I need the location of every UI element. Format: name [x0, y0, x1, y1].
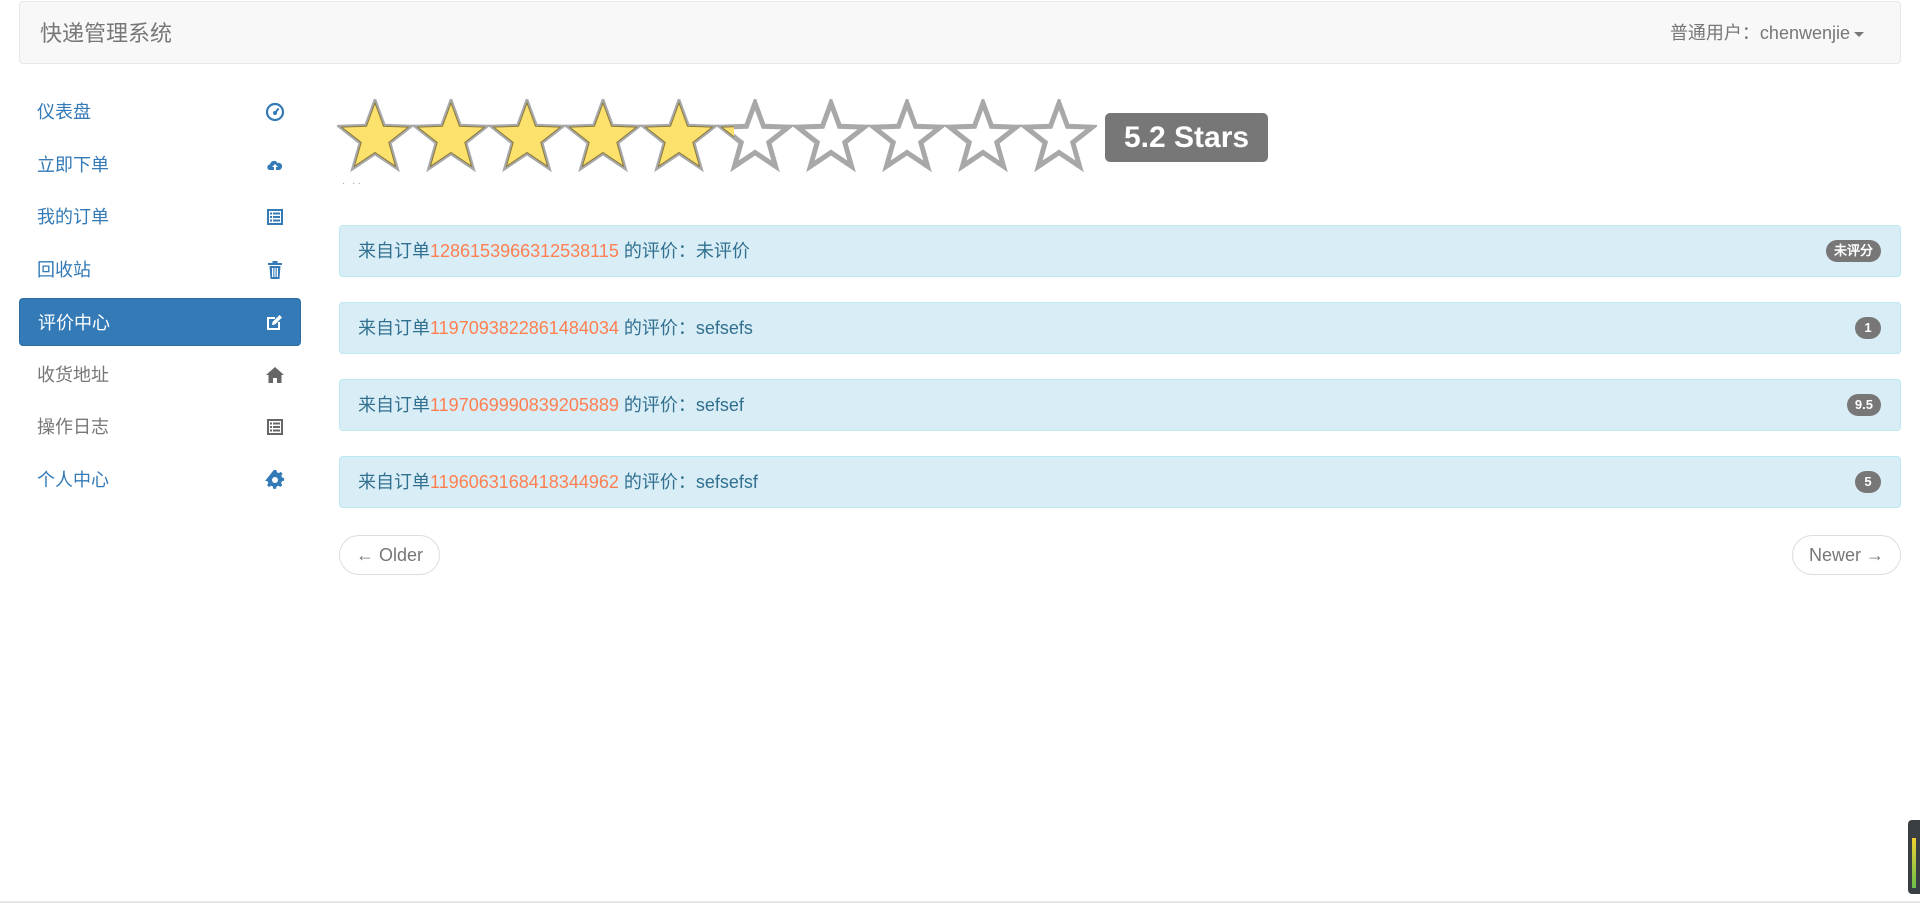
pager-older-button[interactable]: ← Older [339, 535, 441, 575]
star-9-icon[interactable] [942, 99, 1024, 173]
review-text: 的评价：未评价 [618, 241, 750, 261]
sidebar-item-my-orders[interactable]: 我的订单 [19, 193, 301, 241]
review-prefix: 来自订单 [358, 395, 430, 415]
review-list: 来自订单1286153966312538115 的评价：未评价 未评分 来自订单… [339, 225, 1901, 533]
star-5-icon[interactable] [638, 99, 720, 173]
sidebar-item-recycle-bin[interactable]: 回收站 [19, 246, 301, 294]
sidebar-item-label: 仪表盘 [37, 102, 91, 122]
star-rating-graphic[interactable] [337, 99, 1097, 175]
review-item: 来自订单1196063168418344962 的评价：sefsefsf 5 [339, 456, 1901, 508]
top-navbar: 快递管理系统 普通用户：chenwenjie [19, 1, 1901, 64]
review-prefix: 来自订单 [358, 318, 430, 338]
score-badge: 5 [1855, 471, 1881, 493]
sidebar-item-shipping-address[interactable]: 收货地址 [19, 351, 301, 399]
sidebar-item-personal-center[interactable]: 个人中心 [19, 456, 301, 504]
review-text: 的评价：sefsefs [618, 318, 753, 338]
chevron-down-icon [1854, 31, 1864, 37]
trash-icon [265, 260, 285, 280]
sidebar-nav: 仪表盘 立即下单 我的订单 回收站 评价中心 收货地址 操作日志 个人中心 [19, 88, 301, 508]
review-text: 的评价：sefsef [618, 395, 744, 415]
home-icon [265, 365, 285, 385]
sidebar-item-label: 个人中心 [37, 469, 109, 490]
review-prefix: 来自订单 [358, 472, 430, 492]
user-menu-label: 普通用户：chenwenjie [1669, 23, 1850, 43]
score-badge: 9.5 [1846, 394, 1881, 416]
list-alt-icon [265, 417, 285, 437]
sidebar-item-dashboard[interactable]: 仪表盘 [19, 88, 301, 136]
order-number[interactable]: 1286153966312538115 [430, 241, 619, 261]
edit-icon [264, 313, 284, 333]
review-item: 来自订单1197093822861484034 的评价：sefsefs 1 [339, 302, 1901, 354]
sidebar-item-label: 操作日志 [37, 417, 109, 437]
star-4-icon[interactable] [562, 99, 644, 173]
score-badge: 未评分 [1825, 240, 1881, 262]
rating-caption: · ·· [342, 178, 363, 189]
star-1-icon[interactable] [337, 99, 416, 173]
side-widget-handle[interactable] [1908, 820, 1920, 894]
sidebar-item-label: 收货地址 [37, 364, 109, 385]
sidebar-item-label: 我的订单 [37, 207, 109, 227]
star-3-icon[interactable] [486, 99, 568, 173]
brand-title[interactable]: 快递管理系统 [40, 2, 172, 65]
star-2-icon[interactable] [410, 99, 492, 173]
sidebar-item-label: 回收站 [37, 259, 91, 280]
rating-stars[interactable]: 5.2 Stars [337, 99, 1269, 175]
review-prefix: 来自订单 [358, 241, 430, 261]
star-10-icon[interactable] [1018, 99, 1097, 173]
sidebar-item-label: 立即下单 [37, 154, 109, 175]
sidebar-item-operation-log[interactable]: 操作日志 [19, 403, 301, 451]
review-item: 来自订单1286153966312538115 的评价：未评价 未评分 [339, 225, 1901, 277]
sidebar-item-review-center[interactable]: 评价中心 [19, 298, 301, 346]
star-6-icon[interactable] [714, 99, 796, 173]
review-text: 的评价：sefsefsf [618, 472, 758, 492]
order-number[interactable]: 1196063168418344962 [430, 472, 619, 492]
order-number[interactable]: 1197093822861484034 [430, 318, 619, 338]
rating-value-badge: 5.2 Stars [1105, 112, 1269, 162]
star-8-icon[interactable] [866, 99, 948, 173]
user-menu-dropdown[interactable]: 普通用户：chenwenjie [1670, 2, 1864, 65]
score-badge: 1 [1855, 317, 1881, 339]
dashboard-icon [265, 102, 285, 122]
star-7-icon[interactable] [790, 99, 872, 173]
review-item: 来自订单1197069990839205889 的评价：sefsef 9.5 [339, 379, 1901, 431]
pager-newer-button[interactable]: Newer → [1791, 535, 1901, 575]
level-meter-icon [1912, 838, 1916, 888]
sidebar-item-label: 评价中心 [38, 313, 110, 333]
cloud-upload-icon [265, 155, 285, 175]
cog-icon [265, 469, 285, 490]
sidebar-item-place-order[interactable]: 立即下单 [19, 141, 301, 189]
list-alt-icon [265, 207, 285, 227]
order-number[interactable]: 1197069990839205889 [430, 395, 619, 415]
